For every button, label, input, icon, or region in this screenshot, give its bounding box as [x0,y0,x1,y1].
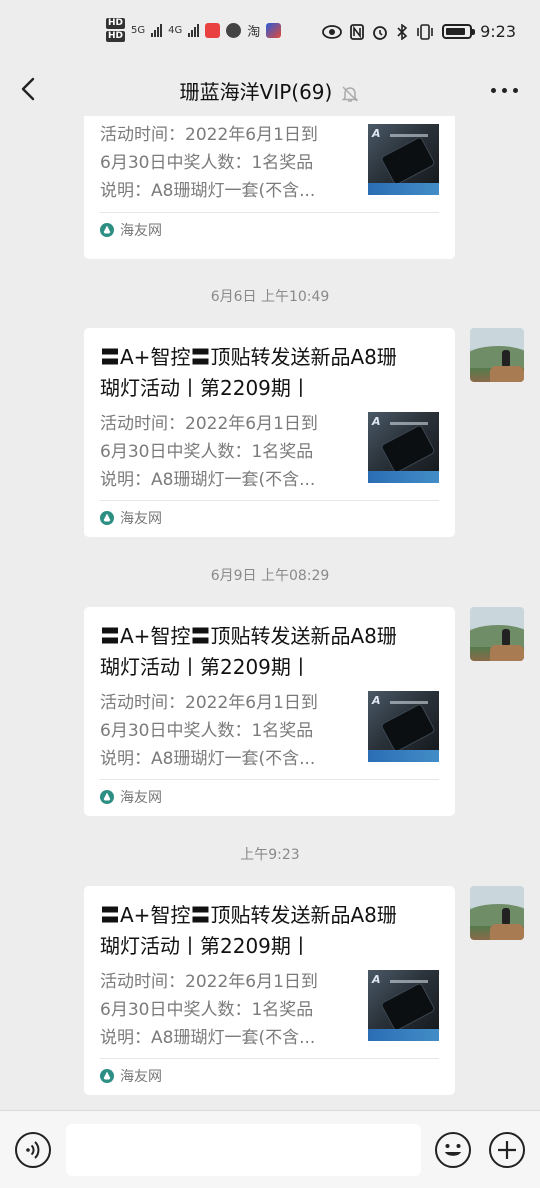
battery-icon [442,24,476,39]
mute-bell-icon [342,85,359,102]
status-right-icons: 9:23 [322,22,516,41]
bluetooth-icon [397,23,408,40]
network-5g-label: 5G [131,24,146,36]
card-thumbnail-image: A [368,691,439,762]
card-source: 海友网 [100,500,439,534]
sender-avatar[interactable] [470,607,524,661]
card-body: 活动时间：2022年6月1日到 6月30日中奖人数：1名奖品 说明：A8珊瑚灯一… [84,404,455,500]
source-logo-icon [100,1068,114,1083]
sender-avatar[interactable] [470,886,524,940]
header-title-wrap: 珊蓝海洋VIP(69) [0,76,540,105]
status-bar: HD HD 5G 4G 淘 9:23 [0,0,540,64]
card-thumbnail-image: A [368,412,439,483]
card-source: 海友网 [100,1058,439,1092]
nfc-icon [350,23,364,40]
card-source: 海友网 [100,212,439,246]
message-timestamp: 上午9:23 [240,847,300,863]
message-input[interactable] [66,1124,421,1176]
signal-icon-2 [188,23,200,37]
card-title: 〓A+智控〓顶贴转发送新品A8珊 瑚灯活动丨第2209期丨 [100,345,397,400]
message-timestamp: 6月6日 上午10:49 [210,289,330,305]
voice-input-icon[interactable] [14,1131,52,1169]
card-body: 活动时间：2022年6月1日到 6月30日中奖人数：1名奖品 说明：A8珊瑚灯一… [84,683,455,779]
source-logo-icon [100,222,114,237]
hd-icon: HD HD [106,18,126,42]
card-title: 〓A+智控〓顶贴转发送新品A8珊 瑚灯活动丨第2209期丨 [100,624,397,679]
status-left-icons: HD HD 5G 4G 淘 [106,18,282,42]
chat-header: 珊蓝海洋VIP(69) [0,64,540,116]
chat-message-list[interactable]: 活动时间：2022年6月1日到 6月30日中奖人数：1名奖品 说明：A8珊瑚灯一… [0,116,540,1110]
alarm-icon [373,25,387,40]
network-4g-label: 4G [168,24,183,36]
card-thumbnail-image: A [368,124,439,195]
card-description: 活动时间：2022年6月1日到 6月30日中奖人数：1名奖品 说明：A8珊瑚灯一… [100,972,318,1048]
card-description: 活动时间：2022年6月1日到 6月30日中奖人数：1名奖品 说明：A8珊瑚灯一… [100,693,318,769]
add-plus-icon[interactable] [488,1131,526,1169]
card-title: 〓A+智控〓顶贴转发送新品A8珊 瑚灯活动丨第2209期丨 [100,903,397,958]
more-options-icon[interactable] [491,88,518,93]
sender-avatar[interactable] [470,328,524,382]
card-body: 活动时间：2022年6月1日到 6月30日中奖人数：1名奖品 说明：A8珊瑚灯一… [84,962,455,1058]
message-timestamp: 6月9日 上午08:29 [210,568,330,584]
input-bar [0,1110,540,1188]
card-description: 活动时间：2022年6月1日到 6月30日中奖人数：1名奖品 说明：A8珊瑚灯一… [100,414,318,490]
card-body: 活动时间：2022年6月1日到 6月30日中奖人数：1名奖品 说明：A8珊瑚灯一… [84,116,455,212]
status-time: 9:23 [480,22,516,41]
message-card-partial[interactable]: 活动时间：2022年6月1日到 6月30日中奖人数：1名奖品 说明：A8珊瑚灯一… [84,116,455,259]
chat-title: 珊蓝海洋VIP(69) [179,80,333,104]
source-logo-icon [100,510,114,525]
red-app-icon [205,22,221,38]
card-source: 海友网 [100,779,439,813]
eye-icon [322,24,342,39]
message-card[interactable]: 〓A+智控〓顶贴转发送新品A8珊 瑚灯活动丨第2209期丨 活动时间：2022年6… [84,328,455,537]
emoji-icon[interactable] [434,1131,472,1169]
card-thumbnail-image: A [368,970,439,1041]
card-description: 活动时间：2022年6月1日到 6月30日中奖人数：1名奖品 说明：A8珊瑚灯一… [100,125,318,201]
vibrate-icon [417,23,433,40]
taobao-icon: 淘 [247,24,261,40]
mail-icon [266,22,282,38]
message-card[interactable]: 〓A+智控〓顶贴转发送新品A8珊 瑚灯活动丨第2209期丨 活动时间：2022年6… [84,607,455,816]
pinwheel-icon [226,22,242,38]
source-logo-icon [100,789,114,804]
message-card[interactable]: 〓A+智控〓顶贴转发送新品A8珊 瑚灯活动丨第2209期丨 活动时间：2022年6… [84,886,455,1095]
signal-icon [151,23,163,37]
